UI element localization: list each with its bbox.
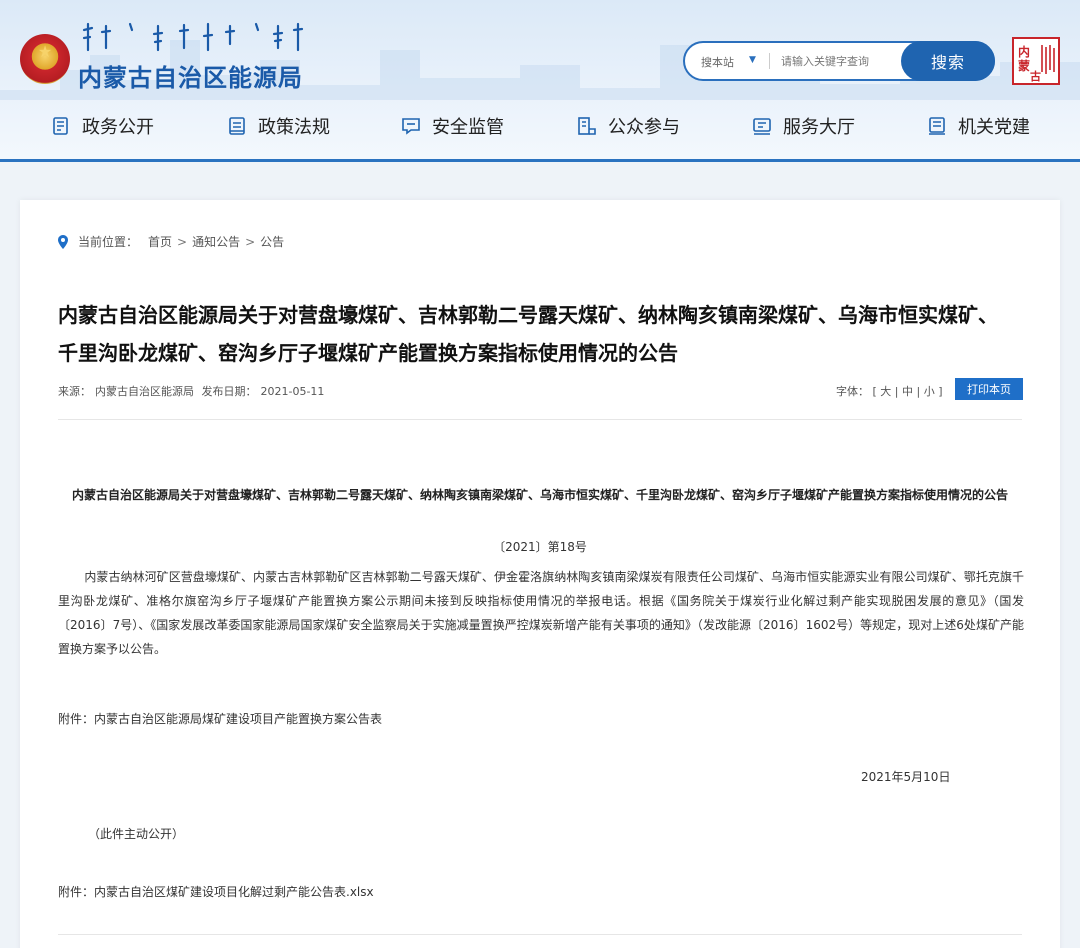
- nav-label: 政策法规: [258, 117, 330, 138]
- article-card: 当前位置： 首页 > 通知公告 > 公告 内蒙古自治区能源局关于对营盘壕煤矿、吉…: [20, 200, 1060, 948]
- site-header: ★ 内蒙古自治区能源局 搜本站 ▼ 搜索 内 蒙 古: [0, 0, 1080, 162]
- nav-item-government-affairs[interactable]: 政务公开: [52, 108, 154, 144]
- service-hall-icon: [753, 118, 771, 135]
- breadcrumb-notices[interactable]: 通知公告: [192, 233, 240, 250]
- attachment-file: 附件：内蒙古自治区煤矿建设项目化解过剩产能公告表.xlsx: [58, 883, 374, 900]
- date-label: 发布日期：: [201, 385, 257, 398]
- nav-label: 安全监管: [432, 117, 504, 138]
- article-meta: 来源： 内蒙古自治区能源局 发布日期： 2021-05-11: [58, 383, 328, 399]
- site-name[interactable]: 内蒙古自治区能源局: [78, 58, 303, 93]
- breadcrumb-prefix: 当前位置：: [78, 235, 139, 249]
- font-size-switcher: 字体： [ 大 | 中 | 小 ]: [836, 383, 943, 399]
- nav-item-party-building[interactable]: 机关党建: [928, 108, 1030, 144]
- search-button[interactable]: 搜索: [901, 41, 995, 81]
- breadcrumb-announcement[interactable]: 公告: [260, 233, 284, 250]
- font-small-link[interactable]: 小: [924, 385, 935, 398]
- nav-label: 服务大厅: [783, 117, 855, 138]
- font-bracket: [: [872, 385, 877, 398]
- svg-text:古: 古: [1030, 69, 1041, 82]
- source-label: 来源：: [58, 385, 91, 398]
- message-board-icon: [402, 118, 420, 135]
- attachment-note: 附件：内蒙古自治区能源局煤矿建设项目产能置换方案公告表: [58, 712, 383, 726]
- font-sep: |: [894, 385, 899, 398]
- search-box: 搜本站 ▼ 搜索: [683, 41, 995, 81]
- search-divider: [769, 53, 770, 69]
- source-value: 内蒙古自治区能源局: [95, 385, 194, 398]
- caret-down-icon[interactable]: ▼: [749, 55, 756, 65]
- nav-item-safety[interactable]: 安全监管: [402, 108, 504, 144]
- divider: [58, 934, 1022, 935]
- font-sep: |: [916, 385, 921, 398]
- date-value: 2021-05-11: [260, 385, 325, 398]
- article-title: 内蒙古自治区能源局关于对营盘壕煤矿、吉林郭勒二号露天煤矿、纳林陶亥镇南梁煤矿、乌…: [58, 303, 998, 365]
- location-pin-icon: [58, 234, 68, 249]
- print-button[interactable]: 打印本页: [955, 378, 1023, 400]
- search-input[interactable]: [781, 51, 901, 71]
- nav-item-service-hall[interactable]: 服务大厅: [753, 108, 855, 144]
- public-disclosure-note: （此件主动公开）: [88, 827, 185, 841]
- nav-item-public[interactable]: 公众参与: [578, 108, 680, 144]
- font-bracket: ]: [938, 385, 943, 398]
- font-label: 字体：: [836, 385, 869, 398]
- policy-book-icon: [229, 117, 245, 135]
- attachment-file-link[interactable]: 附件：内蒙古自治区煤矿建设项目化解过剩产能公告表.xlsx: [58, 885, 374, 899]
- svg-text:内: 内: [1018, 44, 1030, 59]
- inner-mongolia-seal-logo[interactable]: 内 蒙 古: [1012, 37, 1060, 85]
- search-scope-select[interactable]: 搜本站: [701, 54, 734, 70]
- sign-date: 2021年5月10日: [861, 770, 951, 784]
- breadcrumb-separator: >: [245, 234, 256, 249]
- party-building-icon: [929, 117, 945, 135]
- document-number: 〔2021〕第18号: [493, 540, 587, 554]
- document-list-icon: [53, 117, 68, 135]
- nav-label: 公众参与: [608, 117, 680, 138]
- nav-label: 政务公开: [82, 117, 154, 138]
- nav-item-policy[interactable]: 政策法规: [228, 108, 330, 144]
- people-chart-icon: [578, 117, 596, 135]
- document-body: 内蒙古纳林河矿区营盘壕煤矿、内蒙古吉林郭勒矿区吉林郭勒二号露天煤矿、伊金霍洛旗纳…: [58, 570, 1024, 656]
- divider: [58, 419, 1022, 420]
- seal-glyphs: 内 蒙 古: [1018, 44, 1055, 83]
- national-emblem-icon[interactable]: ★: [20, 34, 70, 84]
- main-nav: 政务公开 政策法规 安全监管 公众参与 服务大厅 机关党建: [0, 108, 1080, 144]
- breadcrumb-home[interactable]: 首页: [148, 233, 172, 250]
- breadcrumb-separator: >: [177, 234, 188, 249]
- mongolian-script-logo: [82, 22, 304, 52]
- document-title: 内蒙古自治区能源局关于对营盘壕煤矿、吉林郭勒二号露天煤矿、纳林陶亥镇南梁煤矿、乌…: [71, 488, 1008, 502]
- font-medium-link[interactable]: 中: [902, 385, 913, 398]
- breadcrumb: 当前位置： 首页 > 通知公告 > 公告: [58, 233, 284, 250]
- font-large-link[interactable]: 大: [880, 385, 891, 398]
- svg-text:蒙: 蒙: [1018, 58, 1030, 73]
- nav-label: 机关党建: [958, 117, 1030, 138]
